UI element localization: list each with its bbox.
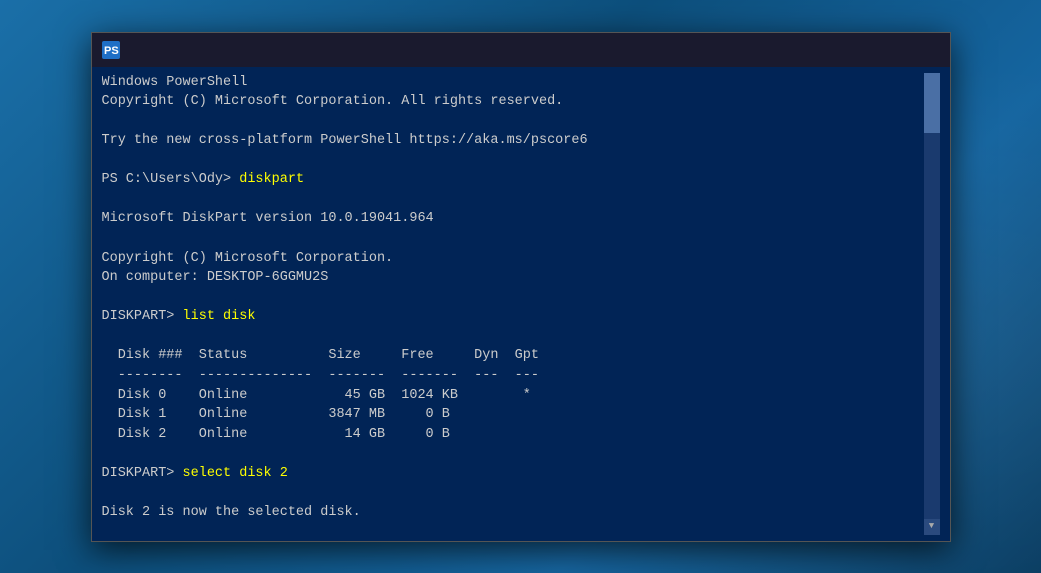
terminal-line: Copyright (C) Microsoft Corporation.: [102, 249, 924, 269]
terminal-line: Disk 1 Online 3847 MB 0 B: [102, 405, 924, 425]
terminal-line: Windows PowerShell: [102, 73, 924, 93]
powershell-window: PS Windows PowerShellCopyright (C) Micro…: [91, 32, 951, 542]
svg-text:PS: PS: [104, 45, 119, 57]
terminal-line: DISKPART> select disk 2: [102, 464, 924, 484]
terminal-line: Disk ### Status Size Free Dyn Gpt: [102, 346, 924, 366]
terminal-content[interactable]: Windows PowerShellCopyright (C) Microsof…: [102, 73, 924, 535]
title-bar: PS: [92, 33, 950, 67]
terminal-line: Copyright (C) Microsoft Corporation. All…: [102, 92, 924, 112]
terminal-line: On computer: DESKTOP-6GGMU2S: [102, 268, 924, 288]
window-controls: [802, 33, 940, 67]
terminal-line: PS C:\Users\Ody> diskpart: [102, 170, 924, 190]
close-button[interactable]: [894, 33, 940, 67]
terminal-line: Disk 0 Online 45 GB 1024 KB *: [102, 386, 924, 406]
minimize-button[interactable]: [802, 33, 848, 67]
terminal-line: Disk 2 Online 14 GB 0 B: [102, 425, 924, 445]
powershell-icon: PS: [102, 41, 120, 59]
terminal-line: DISKPART> list disk: [102, 307, 924, 327]
command-text: list disk: [183, 309, 256, 324]
command-text: diskpart: [239, 172, 304, 187]
terminal-line: Microsoft DiskPart version 10.0.19041.96…: [102, 209, 924, 229]
scroll-down-arrow[interactable]: ▼: [924, 519, 940, 535]
terminal-line: Disk 2 is now the selected disk.: [102, 503, 924, 523]
terminal-line: -------- -------------- ------- ------- …: [102, 366, 924, 386]
terminal-line: Try the new cross-platform PowerShell ht…: [102, 131, 924, 151]
command-text: select disk 2: [183, 466, 288, 481]
scrollbar[interactable]: ▲ ▼: [924, 73, 940, 535]
scrollbar-thumb[interactable]: [924, 73, 940, 133]
maximize-button[interactable]: [848, 33, 894, 67]
terminal-body: Windows PowerShellCopyright (C) Microsof…: [92, 67, 950, 541]
